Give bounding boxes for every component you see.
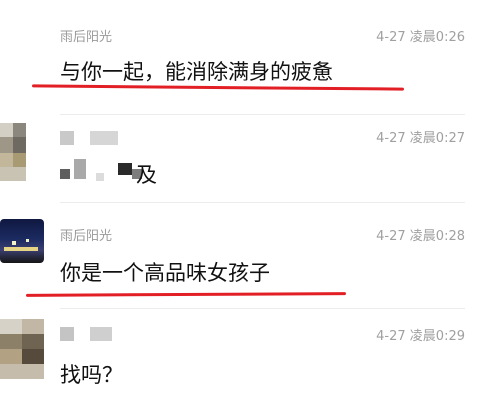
highlight-underline (31, 84, 405, 91)
comment-item[interactable]: 4-27 凌晨0:27 及 (0, 115, 477, 203)
comment-time: 4-27 凌晨0:29 (376, 329, 465, 344)
comment-text: 找吗？ (60, 363, 123, 387)
avatar[interactable] (0, 319, 44, 379)
commenter-name[interactable]: 雨后阳光 (60, 26, 112, 45)
avatar[interactable] (0, 219, 44, 263)
comment-text: 与你一起，能消除满身的疲惫 (60, 60, 333, 84)
comment-text: 你是一个高品味女孩子 (60, 261, 270, 285)
comment-time: 4-27 凌晨0:26 (376, 30, 465, 45)
highlight-underline (25, 292, 347, 297)
commenter-name-pixelated[interactable] (60, 327, 120, 341)
commenter-name[interactable]: 雨后阳光 (60, 225, 112, 244)
comment-time: 4-27 凌晨0:28 (376, 229, 465, 244)
comment-time: 4-27 凌晨0:27 (376, 131, 465, 146)
commenter-name-pixelated[interactable] (60, 131, 120, 145)
avatar[interactable] (0, 123, 26, 181)
comment-item[interactable]: 雨后阳光 4-27 凌晨0:26 与你一起，能消除满身的疲惫 (0, 0, 477, 115)
comment-item[interactable]: 4-27 凌晨0:29 找吗？ (0, 309, 477, 402)
comment-text-pixelated (60, 157, 180, 183)
comment-text: 及 (136, 163, 157, 187)
comment-item[interactable]: 雨后阳光 4-27 凌晨0:28 你是一个高品味女孩子 (0, 203, 477, 309)
